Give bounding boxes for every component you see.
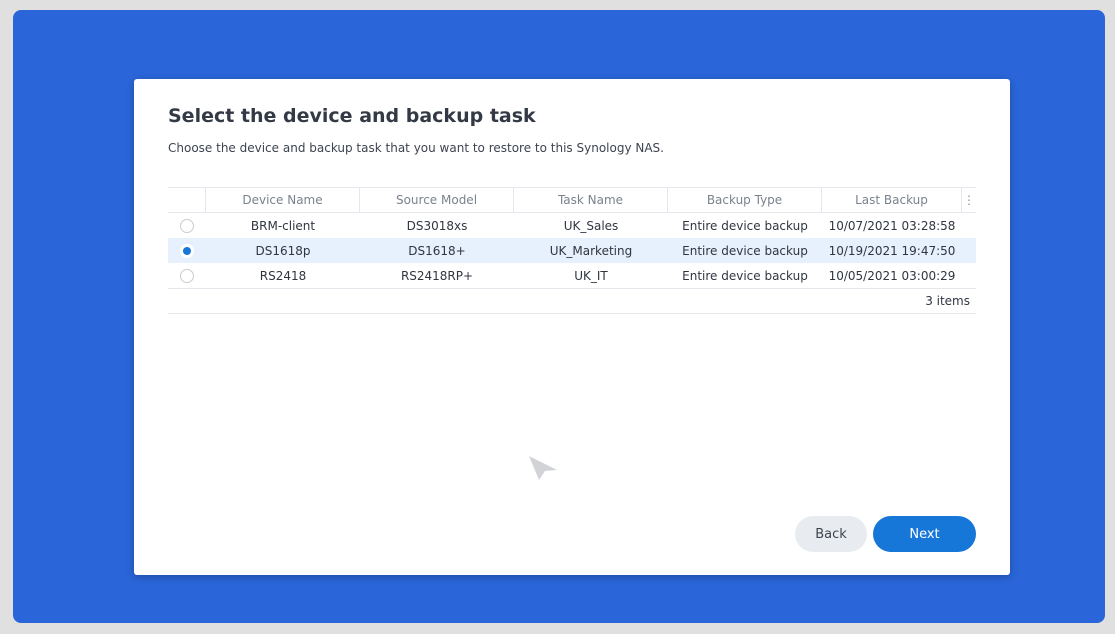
- row-radio[interactable]: [180, 268, 194, 283]
- next-button[interactable]: Next: [873, 516, 976, 552]
- cell-source-model: DS3018xs: [406, 218, 468, 233]
- cell-spacer: [962, 263, 976, 288]
- cell-spacer: [962, 238, 976, 263]
- table-header: Device Name Source Model Task Name Backu…: [168, 187, 976, 213]
- cell-source-model: DS1618+: [408, 243, 466, 258]
- item-count: 3 items: [925, 294, 970, 308]
- cell-spacer: [962, 213, 976, 238]
- row-radio-selected[interactable]: [180, 243, 194, 258]
- cell-last-backup: 10/19/2021 19:47:50: [828, 243, 956, 258]
- cell-backup-type: Entire device backup: [682, 268, 808, 283]
- header-device-name[interactable]: Device Name: [206, 188, 360, 212]
- table-footer: 3 items: [168, 288, 976, 314]
- row-radio[interactable]: [180, 218, 194, 233]
- table-row[interactable]: DS1618p DS1618+ UK_Marketing Entire devi…: [168, 238, 976, 263]
- table-row[interactable]: BRM-client DS3018xs UK_Sales Entire devi…: [168, 213, 976, 238]
- cell-backup-type: Entire device backup: [682, 243, 808, 258]
- mouse-cursor-icon: [529, 456, 557, 480]
- row-select-cell: [168, 238, 206, 263]
- cell-task-name: UK_Marketing: [549, 243, 633, 258]
- row-select-cell: [168, 213, 206, 238]
- cell-backup-type: Entire device backup: [682, 218, 808, 233]
- backup-task-table: Device Name Source Model Task Name Backu…: [168, 187, 976, 314]
- header-source-model[interactable]: Source Model: [360, 188, 514, 212]
- header-task-name[interactable]: Task Name: [514, 188, 668, 212]
- cell-device-name: BRM-client: [250, 218, 316, 233]
- cell-source-model: RS2418RP+: [400, 268, 474, 283]
- back-button[interactable]: Back: [795, 516, 867, 552]
- cell-device-name: RS2418: [259, 268, 307, 283]
- table-row[interactable]: RS2418 RS2418RP+ UK_IT Entire device bac…: [168, 263, 976, 288]
- column-menu-icon-glyph: ⋮: [963, 193, 975, 207]
- cell-device-name: DS1618p: [255, 243, 311, 258]
- column-menu-icon[interactable]: ⋮: [962, 188, 976, 212]
- cell-task-name: UK_IT: [574, 268, 608, 283]
- dialog-subtitle: Choose the device and backup task that y…: [168, 141, 664, 155]
- restore-wizard-dialog: Select the device and backup task Choose…: [134, 79, 1010, 575]
- header-backup-type[interactable]: Backup Type: [668, 188, 822, 212]
- header-select-column: [168, 188, 206, 212]
- row-select-cell: [168, 263, 206, 288]
- dialog-title: Select the device and backup task: [168, 105, 536, 127]
- header-last-backup[interactable]: Last Backup: [822, 188, 962, 212]
- cell-task-name: UK_Sales: [563, 218, 619, 233]
- desktop-background: Select the device and backup task Choose…: [13, 10, 1105, 623]
- cell-last-backup: 10/07/2021 03:28:58: [828, 218, 956, 233]
- cell-last-backup: 10/05/2021 03:00:29: [828, 268, 956, 283]
